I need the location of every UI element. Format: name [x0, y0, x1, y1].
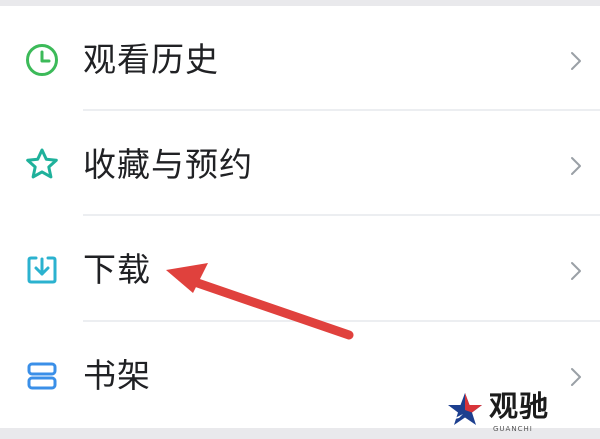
divider [83, 109, 600, 111]
chevron-right-icon [566, 364, 586, 390]
menu-item-favorites-reservations[interactable]: 收藏与预约 [0, 113, 600, 217]
divider [83, 214, 600, 216]
menu-item-label: 书架 [83, 356, 151, 395]
star-logo-icon [448, 393, 482, 425]
menu-list: 观看历史 收藏与预约 下载 书架 [0, 6, 600, 428]
menu-item-label: 收藏与预约 [83, 145, 253, 184]
watermark-subtitle: GUANCHI [493, 425, 533, 433]
clock-icon [22, 40, 62, 80]
menu-item-download[interactable]: 下载 [0, 218, 600, 322]
menu-item-watch-history[interactable]: 观看历史 [0, 8, 600, 112]
watermark-name: 观驰 [489, 389, 550, 423]
divider [83, 320, 600, 322]
menu-item-label: 下载 [83, 250, 151, 289]
chevron-right-icon [566, 48, 586, 74]
menu-item-label: 观看历史 [83, 40, 219, 79]
star-icon [22, 145, 62, 185]
bookshelf-icon [22, 356, 62, 396]
download-icon [22, 250, 62, 290]
chevron-right-icon [566, 153, 586, 179]
chevron-right-icon [566, 258, 586, 284]
watermark-logo: 观驰 GUANCHI [445, 388, 595, 436]
